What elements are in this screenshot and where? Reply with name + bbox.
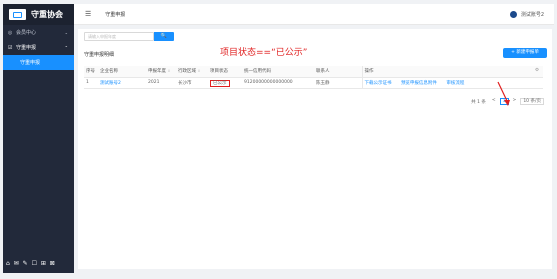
download-certificate-link[interactable]: 下载公示证书 bbox=[365, 81, 392, 86]
col-header-contact: 联系人 bbox=[314, 66, 362, 78]
col-header-status: 项目状态 bbox=[208, 66, 242, 78]
cell-year: 2021 bbox=[146, 77, 176, 89]
cell-no: 1 bbox=[84, 77, 98, 89]
new-declaration-button[interactable]: + 新建申报单 bbox=[503, 48, 547, 58]
sidebar-item-label: 守重申报 bbox=[16, 45, 37, 51]
declaration-table: 序号 企业名称 申报年度 ⇕ 行政区域 ⇕ 项目状态 统一信用代码 联系人 操作… bbox=[84, 66, 543, 89]
sidebar-item-member-center[interactable]: ◎ 会员中心 ⌄ bbox=[3, 25, 74, 40]
chevron-up-icon: ⌃ bbox=[64, 45, 68, 50]
col-header-no: 序号 bbox=[84, 66, 98, 78]
top-header: ☰ 守重申报 测试账号2 bbox=[74, 4, 554, 25]
logo-bar: 守重协会 bbox=[3, 4, 74, 25]
col-header-credit-code: 统一信用代码 bbox=[242, 66, 314, 78]
cell-contact: 陈玉静 bbox=[314, 77, 362, 89]
red-arrow-annotation bbox=[497, 81, 510, 106]
breadcrumb: 守重申报 bbox=[105, 11, 126, 18]
search-input[interactable]: 请输入申报年度 bbox=[84, 32, 154, 41]
search-button[interactable]: 🔍 bbox=[154, 32, 174, 41]
review-flow-link[interactable]: 审核流程 bbox=[446, 81, 464, 86]
sidebar-item-label: 会员中心 bbox=[16, 30, 37, 36]
col-header-company: 企业名称 bbox=[98, 66, 146, 78]
content-card: 请输入申报年度 🔍 项目状态==“已公示” 守重申报明细 + 新建申报单 序号 … bbox=[78, 29, 552, 269]
preview-attachment-link[interactable]: 预览申报信息附件 bbox=[401, 81, 437, 86]
status-annotation: 项目状态==“已公示” bbox=[220, 48, 308, 58]
chevron-down-icon: ⌄ bbox=[64, 30, 68, 35]
app-name: 守重协会 bbox=[31, 10, 63, 19]
menu-toggle-icon[interactable]: ☰ bbox=[85, 10, 91, 18]
sort-icon: ⇕ bbox=[197, 69, 201, 74]
avatar bbox=[509, 10, 517, 18]
edit-icon: ☑ bbox=[8, 44, 13, 51]
table-header-row: 序号 企业名称 申报年度 ⇕ 行政区域 ⇕ 项目状态 统一信用代码 联系人 操作… bbox=[84, 66, 543, 78]
sidebar-item-label: 守重申报 bbox=[20, 60, 41, 66]
page-size-select[interactable]: 10 条/页 bbox=[520, 98, 544, 105]
sidebar-item-declaration[interactable]: 守重申报 bbox=[3, 55, 74, 70]
pagination-total: 共 1 条 bbox=[471, 99, 486, 105]
bottom-tool-icons[interactable]: ⌂ ✉ ✎ ☐ ⊞ ⊠ bbox=[6, 260, 56, 267]
col-header-region[interactable]: 行政区域 ⇕ bbox=[176, 66, 208, 78]
sidebar: 守重协会 ◎ 会员中心 ⌄ ☑ 守重申报 ⌃ 守重申报 ⌂ ✉ ✎ ☐ ⊞ ⊠ bbox=[3, 4, 74, 273]
table-row: 1 测试账号2 2021 长沙市 已公示 91200000000000000 陈… bbox=[84, 77, 543, 89]
user-menu[interactable]: 测试账号2 bbox=[509, 10, 544, 18]
circle-check-icon: ◎ bbox=[8, 29, 13, 36]
user-name: 测试账号2 bbox=[520, 11, 544, 18]
cell-credit-code: 91200000000000000 bbox=[242, 77, 314, 89]
section-title: 守重申报明细 bbox=[84, 52, 115, 58]
cell-company-link[interactable]: 测试账号2 bbox=[98, 77, 146, 89]
col-header-actions: 操作 ⚙ bbox=[361, 66, 543, 78]
sort-icon: ⇕ bbox=[167, 69, 171, 74]
status-badge: 已公示 bbox=[210, 79, 230, 87]
logo-icon bbox=[9, 9, 26, 20]
cell-status: 已公示 bbox=[208, 77, 242, 89]
sidebar-item-declaration-group[interactable]: ☑ 守重申报 ⌃ bbox=[3, 40, 74, 55]
cell-actions: 下载公示证书 预览申报信息附件 审核流程 bbox=[361, 77, 543, 89]
col-header-year[interactable]: 申报年度 ⇕ bbox=[146, 66, 176, 78]
settings-icon: ⚙ bbox=[534, 68, 539, 74]
cell-region: 长沙市 bbox=[176, 77, 208, 89]
